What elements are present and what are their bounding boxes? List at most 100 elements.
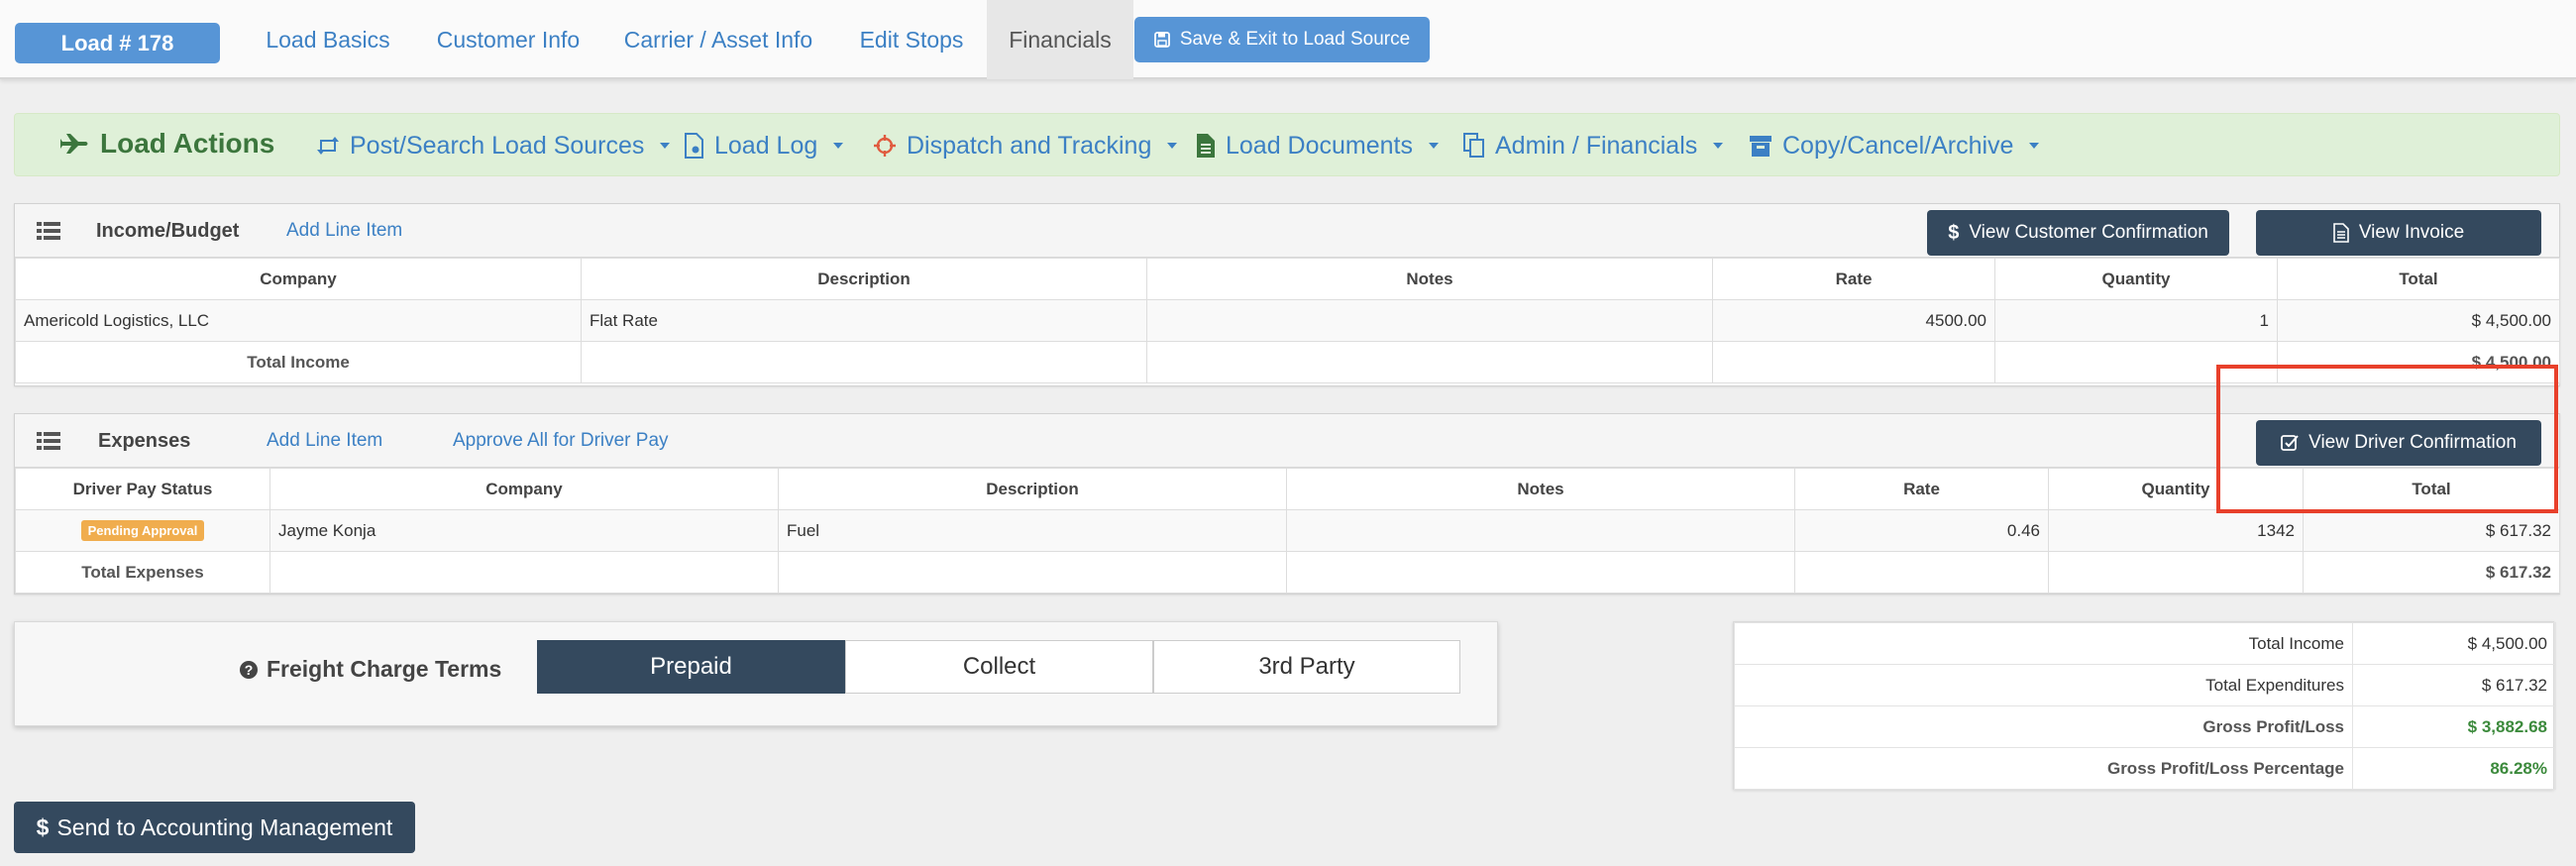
total-expenses-label: Total Expenses: [15, 551, 270, 594]
chevron-down-icon: [1713, 143, 1724, 149]
cell-company: Jayme Konja: [269, 509, 779, 552]
document-icon: [1196, 133, 1216, 159]
income-add-line-item-link[interactable]: Add Line Item: [278, 204, 402, 258]
copy-cancel-archive-menu[interactable]: Copy/Cancel/Archive: [1749, 114, 2040, 177]
tab-financials[interactable]: Financials: [987, 0, 1133, 79]
summary-value: $ 4,500.00: [2352, 622, 2556, 665]
dollar-icon: $: [36, 813, 50, 840]
total-income-value: $ 4,500.00: [2277, 341, 2560, 383]
total-expenses-value: $ 617.32: [2303, 551, 2560, 594]
view-customer-confirmation-button[interactable]: $ View Customer Confirmation: [1927, 210, 2229, 256]
cell-total: $ 4,500.00: [2277, 299, 2560, 342]
summary-value: $ 617.32: [2352, 664, 2556, 706]
collect-option[interactable]: Collect: [845, 640, 1153, 694]
summary-table: Total Income $ 4,500.00 Total Expenditur…: [1734, 622, 2556, 790]
cell-company: Americold Logistics, LLC: [15, 299, 582, 342]
third-party-option[interactable]: 3rd Party: [1153, 640, 1460, 694]
expenses-table-header: Driver Pay Status Company Description No…: [15, 468, 2560, 510]
list-icon: [37, 432, 60, 450]
file-text-icon: [2333, 223, 2349, 243]
col-quantity: Quantity: [2048, 468, 2304, 510]
expenses-add-line-item-link[interactable]: Add Line Item: [259, 414, 382, 468]
top-navigation: Load # 178 Load Basics Customer Info Car…: [0, 0, 2576, 79]
send-to-accounting-button[interactable]: $ Send to Accounting Management: [14, 802, 415, 853]
cell-total: $ 617.32: [2303, 509, 2560, 552]
cell-description: Fuel: [778, 509, 1287, 552]
table-row[interactable]: Americold Logistics, LLC Flat Rate 4500.…: [15, 299, 2560, 342]
table-row[interactable]: Pending Approval Jayme Konja Fuel 0.46 1…: [15, 509, 2560, 552]
chevron-down-icon: [1429, 143, 1440, 149]
col-notes: Notes: [1146, 258, 1713, 300]
freight-charge-terms-panel: ? Freight Charge Terms Prepaid Collect 3…: [14, 621, 1498, 726]
summary-label: Gross Profit/Loss: [1734, 705, 2353, 748]
retweet-icon: [316, 136, 340, 156]
col-total: Total: [2277, 258, 2560, 300]
cell-notes: [1146, 299, 1713, 342]
admin-financials-menu[interactable]: Admin / Financials: [1463, 114, 1724, 177]
col-driver-pay-status: Driver Pay Status: [15, 468, 270, 510]
cell-status: Pending Approval: [15, 509, 270, 552]
expenses-panel: Expenses Add Line Item Approve All for D…: [14, 413, 2560, 595]
freight-charge-terms-label: ? Freight Charge Terms: [239, 656, 501, 683]
chevron-down-icon: [660, 143, 671, 149]
col-description: Description: [581, 258, 1147, 300]
summary-row-total-expenditures: Total Expenditures $ 617.32: [1734, 664, 2556, 706]
question-circle-icon[interactable]: ?: [239, 660, 259, 680]
summary-row-total-income: Total Income $ 4,500.00: [1734, 622, 2556, 665]
col-quantity: Quantity: [1994, 258, 2278, 300]
dispatch-tracking-menu[interactable]: Dispatch and Tracking: [873, 114, 1178, 177]
income-budget-panel: Income/Budget Add Line Item $ View Custo…: [14, 203, 2560, 386]
income-panel-title: Income/Budget: [96, 219, 240, 242]
svg-text:?: ?: [245, 662, 254, 678]
cell-description: Flat Rate: [581, 299, 1147, 342]
file-search-icon: [685, 133, 704, 159]
cell-rate: 0.46: [1794, 509, 2049, 552]
summary-value: 86.28%: [2352, 747, 2556, 790]
crosshair-icon: [873, 134, 897, 158]
chevron-down-icon: [2029, 143, 2040, 149]
summary-value: $ 3,882.68: [2352, 705, 2556, 748]
list-icon: [37, 222, 60, 240]
expenses-table: Driver Pay Status Company Description No…: [15, 468, 2560, 594]
chevron-down-icon: [1167, 143, 1178, 149]
load-documents-menu[interactable]: Load Documents: [1196, 114, 1440, 177]
expenses-panel-title: Expenses: [98, 429, 191, 452]
approve-all-driver-pay-link[interactable]: Approve All for Driver Pay: [445, 414, 669, 468]
load-actions-title: Load Actions: [60, 124, 274, 163]
tab-carrier-asset-info[interactable]: Carrier / Asset Info: [604, 0, 832, 79]
check-square-icon: [2281, 434, 2299, 452]
load-actions-bar: Load Actions Post/Search Load Sources Lo…: [14, 113, 2560, 176]
expenses-panel-header: Expenses Add Line Item Approve All for D…: [15, 414, 2559, 468]
archive-icon: [1749, 134, 1772, 158]
tab-load-basics[interactable]: Load Basics: [244, 0, 412, 79]
col-description: Description: [778, 468, 1287, 510]
financial-summary-panel: Total Income $ 4,500.00 Total Expenditur…: [1733, 621, 2556, 790]
view-driver-confirmation-button[interactable]: View Driver Confirmation: [2256, 420, 2541, 466]
income-table: Company Description Notes Rate Quantity …: [15, 258, 2560, 383]
income-table-header: Company Description Notes Rate Quantity …: [15, 258, 2560, 300]
summary-label: Total Income: [1734, 622, 2353, 665]
load-log-menu[interactable]: Load Log: [685, 114, 844, 177]
plane-icon: [60, 133, 90, 155]
tab-customer-info[interactable]: Customer Info: [414, 0, 602, 79]
col-total: Total: [2303, 468, 2560, 510]
cell-rate: 4500.00: [1712, 299, 1995, 342]
cell-quantity: 1342: [2048, 509, 2304, 552]
prepaid-option[interactable]: Prepaid: [537, 640, 845, 694]
post-search-load-sources-menu[interactable]: Post/Search Load Sources: [316, 114, 671, 177]
summary-row-gross-profit-percentage: Gross Profit/Loss Percentage 86.28%: [1734, 747, 2556, 790]
summary-label: Total Expenditures: [1734, 664, 2353, 706]
save-exit-label: Save & Exit to Load Source: [1179, 29, 1411, 50]
summary-label: Gross Profit/Loss Percentage: [1734, 747, 2353, 790]
pending-approval-badge[interactable]: Pending Approval: [80, 520, 205, 541]
tab-edit-stops[interactable]: Edit Stops: [837, 0, 986, 79]
col-rate: Rate: [1794, 468, 2049, 510]
load-number-badge[interactable]: Load # 178: [15, 23, 220, 63]
col-rate: Rate: [1712, 258, 1995, 300]
view-invoice-button[interactable]: View Invoice: [2256, 210, 2541, 256]
save-icon: [1153, 32, 1170, 48]
summary-row-gross-profit: Gross Profit/Loss $ 3,882.68: [1734, 705, 2556, 748]
cell-notes: [1286, 509, 1795, 552]
save-exit-button[interactable]: Save & Exit to Load Source: [1134, 17, 1430, 62]
col-notes: Notes: [1286, 468, 1795, 510]
